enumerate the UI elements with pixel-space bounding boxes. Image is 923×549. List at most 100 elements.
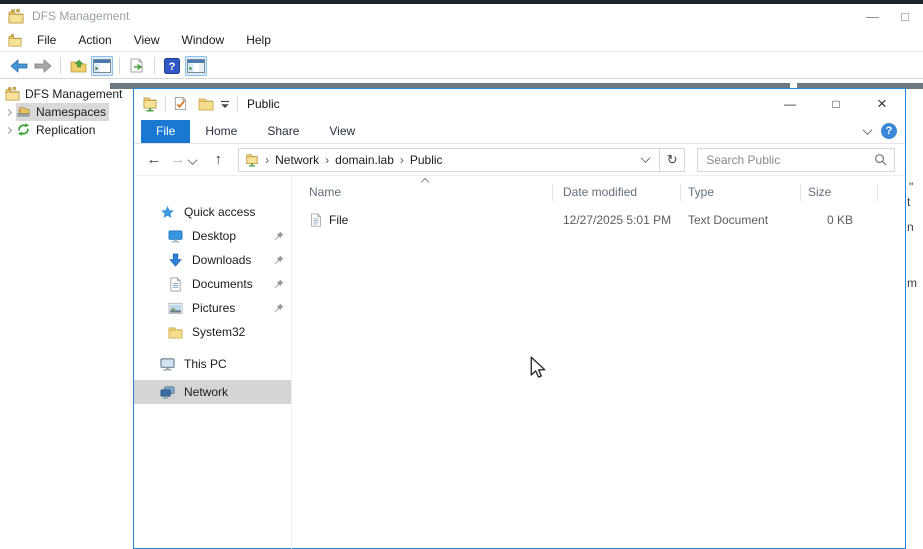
file-size: 0 KB: [801, 213, 878, 227]
nav-item-network[interactable]: Network: [134, 380, 291, 404]
tab-file[interactable]: File: [141, 120, 190, 143]
menu-window[interactable]: Window: [171, 30, 236, 50]
qat-properties-icon[interactable]: [173, 96, 189, 112]
documents-icon: [168, 277, 183, 292]
network-icon: [160, 385, 175, 400]
qat-separator: [237, 97, 238, 111]
folder-icon: [168, 325, 183, 340]
help-icon: ?: [164, 58, 180, 74]
tree-item-label: Namespaces: [36, 105, 106, 119]
expand-chevron-icon[interactable]: [5, 126, 12, 133]
column-header-type[interactable]: Type: [681, 184, 801, 201]
pin-icon: [274, 279, 284, 289]
explorer-close-button[interactable]: ×: [859, 89, 905, 119]
mmc-up-folder-button[interactable]: [67, 56, 89, 76]
explorer-help-icon[interactable]: ?: [881, 123, 897, 139]
tree-item-label: Replication: [36, 123, 95, 137]
explorer-maximize-button[interactable]: □: [813, 89, 859, 119]
mmc-minimize-button[interactable]: —: [866, 9, 879, 24]
explorer-minimize-button[interactable]: —: [767, 89, 813, 119]
column-headers: Name Date modified Type Size: [292, 182, 905, 203]
crumb-separator: ›: [400, 153, 404, 167]
nav-item-quick-access[interactable]: Quick access: [134, 200, 291, 224]
search-icon[interactable]: [874, 153, 887, 166]
search-input[interactable]: [698, 153, 874, 167]
tree-item-replication[interactable]: Replication: [0, 121, 130, 139]
explorer-window-controls: — □ ×: [767, 89, 905, 119]
nav-item-downloads[interactable]: Downloads: [134, 248, 291, 272]
nav-up-button[interactable]: ↑: [206, 151, 230, 168]
mmc-console-tree: DFS Management Namespaces Replication: [0, 85, 130, 139]
mmc-show-console-tree-button[interactable]: [91, 56, 113, 76]
column-header-date-modified[interactable]: Date modified: [553, 184, 681, 201]
occluded-text-fragment: m: [907, 276, 917, 290]
namespaces-icon: [16, 104, 32, 120]
nav-item-label: Network: [184, 385, 228, 399]
column-header-name[interactable]: Name: [292, 184, 553, 201]
explorer-nav-pane: Quick access Desktop Downloads: [134, 176, 292, 549]
mmc-help-button[interactable]: ?: [161, 56, 183, 76]
network-drive-icon: [245, 153, 259, 167]
replication-icon: [16, 122, 32, 138]
nav-item-label: This PC: [184, 357, 227, 371]
refresh-button[interactable]: ↻: [659, 149, 684, 171]
screen: DFS Management — □ File Action View Wind…: [0, 0, 923, 549]
svg-text:?: ?: [169, 61, 176, 73]
mmc-export-list-button[interactable]: [126, 56, 148, 76]
downloads-icon: [168, 253, 183, 268]
crumb-separator: ›: [325, 153, 329, 167]
nav-item-documents[interactable]: Documents: [134, 272, 291, 296]
occluded-text-fragment: n: [907, 220, 914, 234]
menu-help[interactable]: Help: [235, 30, 282, 50]
tab-share[interactable]: Share: [252, 120, 314, 143]
explorer-file-list: Name Date modified Type Size File 12/27/…: [292, 176, 905, 549]
menu-file[interactable]: File: [26, 30, 67, 50]
mmc-maximize-button[interactable]: □: [901, 9, 909, 24]
nav-back-button[interactable]: ←: [142, 151, 166, 168]
export-list-icon: [129, 58, 146, 73]
expand-chevron-icon[interactable]: [5, 108, 12, 115]
mmc-forward-button[interactable]: [32, 56, 54, 76]
crumb-network[interactable]: Network: [275, 153, 319, 167]
explorer-content: Quick access Desktop Downloads: [134, 176, 905, 549]
menu-action[interactable]: Action: [67, 30, 122, 50]
nav-item-system32[interactable]: System32: [134, 320, 291, 344]
mmc-back-button[interactable]: [8, 56, 30, 76]
menu-view[interactable]: View: [123, 30, 171, 50]
crumb-public[interactable]: Public: [410, 153, 443, 167]
crumb-domain-lab[interactable]: domain.lab: [335, 153, 394, 167]
column-header-size[interactable]: Size: [801, 184, 878, 201]
nav-history-chevron-icon[interactable]: [188, 155, 198, 165]
address-box[interactable]: › Network › domain.lab › Public ↻: [238, 148, 685, 172]
nav-forward-button[interactable]: →: [166, 151, 190, 168]
breadcrumb: › Network › domain.lab › Public: [239, 153, 642, 167]
nav-item-label: Documents: [192, 277, 253, 291]
tree-item-label: DFS Management: [25, 87, 122, 101]
explorer-window-title: Public: [247, 97, 280, 111]
ribbon-collapse-chevron-icon[interactable]: [863, 125, 873, 135]
explorer-ribbon-tabs: File Home Share View ?: [134, 119, 905, 144]
dfs-root-icon: [5, 86, 21, 102]
search-box: [697, 148, 895, 172]
mmc-window-controls: — □: [866, 4, 909, 28]
tab-home[interactable]: Home: [190, 120, 252, 143]
tab-view[interactable]: View: [314, 120, 370, 143]
mmc-show-action-pane-button[interactable]: [185, 56, 207, 76]
toolbar-separator: [119, 57, 120, 74]
nav-item-desktop[interactable]: Desktop: [134, 224, 291, 248]
toolbar-separator: [60, 57, 61, 74]
occluded-text-fragment: t: [907, 195, 910, 209]
qat-separator: [165, 97, 166, 111]
nav-item-this-pc[interactable]: This PC: [134, 352, 291, 376]
mouse-cursor: [528, 356, 548, 378]
qat-customize-dropdown[interactable]: [220, 100, 230, 109]
address-dropdown-chevron-icon[interactable]: [641, 153, 651, 163]
console-child-icon: [8, 33, 22, 47]
file-date-modified: 12/27/2025 5:01 PM: [553, 213, 681, 227]
nav-item-label: Desktop: [192, 229, 236, 243]
tree-item-namespaces[interactable]: Namespaces: [0, 103, 130, 121]
file-row[interactable]: File 12/27/2025 5:01 PM Text Document 0 …: [292, 209, 905, 231]
text-document-icon: [309, 213, 323, 227]
nav-item-pictures[interactable]: Pictures: [134, 296, 291, 320]
qat-new-folder-icon[interactable]: [198, 96, 214, 112]
